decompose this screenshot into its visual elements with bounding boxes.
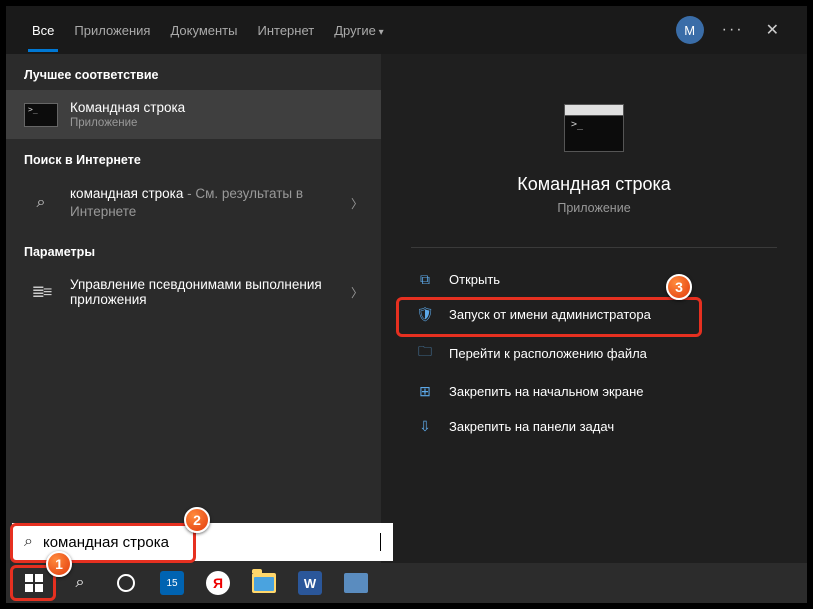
windows-logo-icon	[25, 574, 43, 592]
annotation-badge-1: 1	[46, 551, 72, 577]
admin-icon: 🛡	[415, 306, 435, 323]
tab-other[interactable]: Другие	[324, 9, 393, 52]
settings-item-text: Управление псевдонимами выполнения прило…	[70, 277, 343, 307]
word-icon: W	[298, 571, 322, 595]
web-query-text: командная строка	[70, 186, 183, 201]
yandex-icon: Я	[206, 571, 230, 595]
result-title: Командная строка	[70, 100, 363, 115]
pin-start-icon: ⊞	[415, 383, 435, 400]
web-search-result[interactable]: ⌕ командная строка - См. результаты в Ин…	[6, 175, 381, 231]
app-icon	[344, 573, 368, 593]
tab-apps[interactable]: Приложения	[64, 9, 160, 52]
action-pin-taskbar-label: Закрепить на панели задач	[449, 419, 614, 434]
preview-app-icon	[564, 104, 624, 152]
settings-result[interactable]: ≣≡ Управление псевдонимами выполнения пр…	[6, 267, 381, 317]
annotation-badge-2: 2	[184, 507, 210, 533]
taskbar-calendar[interactable]	[150, 567, 194, 599]
action-location-label: Перейти к расположению файла	[449, 346, 647, 361]
action-list: ⧉ Открыть 🛡 Запуск от имени администрато…	[411, 247, 777, 444]
action-pin-taskbar[interactable]: ⇩ Закрепить на панели задач	[411, 409, 777, 444]
preview-pane: Командная строка Приложение ⧉ Открыть 🛡 …	[381, 54, 807, 603]
pin-taskbar-icon: ⇩	[415, 418, 435, 435]
cortana-icon	[117, 574, 135, 592]
taskbar-app[interactable]	[334, 567, 378, 599]
action-open-label: Открыть	[449, 272, 500, 287]
action-pin-start[interactable]: ⊞ Закрепить на начальном экране	[411, 374, 777, 409]
open-icon: ⧉	[415, 271, 435, 288]
folder-icon	[252, 573, 276, 593]
search-input[interactable]	[43, 534, 379, 551]
taskbar-explorer[interactable]	[242, 567, 286, 599]
action-run-as-admin[interactable]: 🛡 Запуск от имени администратора	[411, 297, 777, 332]
search-icon: ⌕	[37, 194, 46, 212]
best-match-header: Лучшее соответствие	[6, 54, 381, 90]
close-button[interactable]: ✕	[754, 20, 791, 40]
tab-documents[interactable]: Документы	[160, 9, 247, 52]
chevron-right-icon: 〉	[351, 195, 363, 212]
action-open-location[interactable]: 🗀 Перейти к расположению файла	[411, 332, 777, 374]
best-match-result[interactable]: Командная строка Приложение	[6, 90, 381, 139]
tab-all[interactable]: Все	[22, 9, 64, 52]
action-admin-label: Запуск от имени администратора	[449, 307, 651, 322]
cmd-icon	[24, 103, 58, 127]
taskbar-word[interactable]: W	[288, 567, 332, 599]
user-avatar[interactable]: M	[676, 16, 704, 44]
calendar-icon	[160, 571, 184, 595]
folder-icon: 🗀	[415, 341, 435, 365]
action-open[interactable]: ⧉ Открыть	[411, 262, 777, 297]
chevron-right-icon: 〉	[351, 284, 363, 301]
annotation-badge-3: 3	[666, 274, 692, 300]
result-subtitle: Приложение	[70, 117, 363, 129]
search-icon: ⌕	[76, 574, 85, 592]
web-search-header: Поиск в Интернете	[6, 139, 381, 175]
search-icon: ⌕	[24, 533, 33, 551]
tab-internet[interactable]: Интернет	[247, 9, 324, 52]
settings-icon: ≣≡	[32, 282, 51, 302]
settings-header: Параметры	[6, 231, 381, 267]
taskbar-yandex[interactable]: Я	[196, 567, 240, 599]
more-options-button[interactable]: ···	[712, 21, 754, 39]
preview-subtitle: Приложение	[411, 201, 777, 215]
taskbar-cortana-button[interactable]	[104, 567, 148, 599]
taskbar: ⌕ Я W	[6, 563, 807, 603]
action-pin-start-label: Закрепить на начальном экране	[449, 384, 644, 399]
preview-title: Командная строка	[411, 174, 777, 195]
search-tabs: Все Приложения Документы Интернет Другие…	[6, 6, 807, 54]
